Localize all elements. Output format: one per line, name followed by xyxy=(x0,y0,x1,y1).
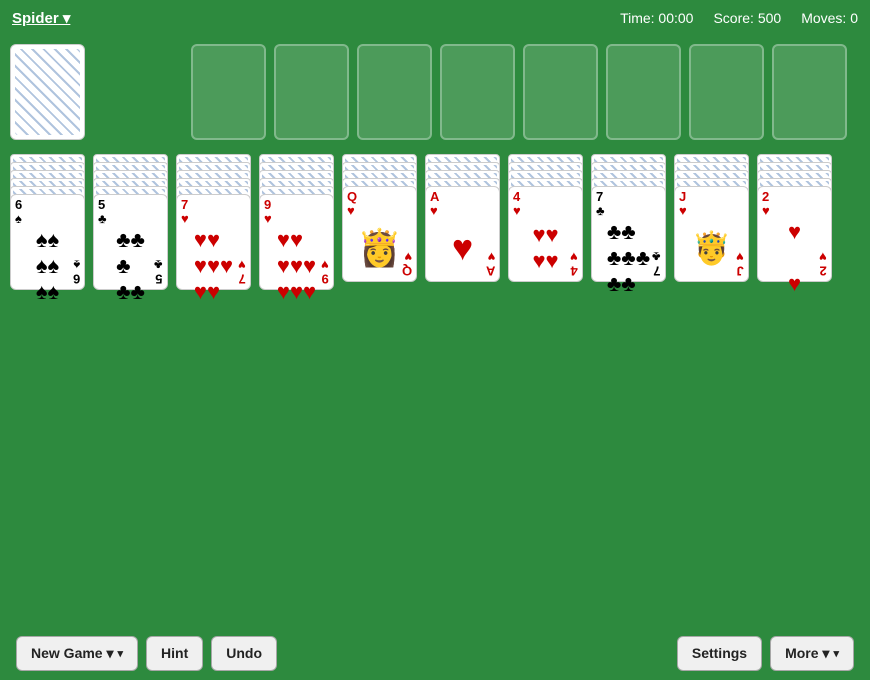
stats-area: Time: 00:00 Score: 500 Moves: 0 xyxy=(620,10,858,26)
card-face[interactable]: 4♥ ♥♥♥♥ 4♥ xyxy=(508,186,583,282)
card-face[interactable]: A♥ ♥ A♥ xyxy=(425,186,500,282)
foundation-7[interactable] xyxy=(772,44,847,140)
tableau-col-2[interactable]: 7♥ ♥♥♥♥♥♥♥ 7♥ xyxy=(176,154,251,290)
tableau-col-6[interactable]: 4♥ ♥♥♥♥ 4♥ xyxy=(508,154,583,290)
stock-pile[interactable] xyxy=(10,44,85,140)
card-face[interactable]: 7♥ ♥♥♥♥♥♥♥ 7♥ xyxy=(176,194,251,290)
new-game-button[interactable]: New Game ▾ xyxy=(16,636,138,671)
tableau-col-0[interactable]: 6♠ ♠♠♠♠♠♠ 6♠ xyxy=(10,154,85,290)
card-face[interactable]: 7♣ ♣♣♣♣♣♣♣ 7♣ xyxy=(591,186,666,282)
tableau-col-8[interactable]: J♥ 🤴 J♥ xyxy=(674,154,749,290)
card-face[interactable]: 9♥ ♥♥♥♥♥♥♥♥ 9♥ xyxy=(259,194,334,290)
settings-button[interactable]: Settings xyxy=(677,636,762,671)
foundation-5[interactable] xyxy=(606,44,681,140)
more-button[interactable]: More ▾ xyxy=(770,636,854,671)
tableau-col-9[interactable]: 2♥ ♥♥ 2♥ xyxy=(757,154,832,290)
foundation-2[interactable] xyxy=(357,44,432,140)
tableau-col-7[interactable]: 7♣ ♣♣♣♣♣♣♣ 7♣ xyxy=(591,154,666,290)
score-display: Score: 500 xyxy=(713,10,781,26)
tableau-col-5[interactable]: A♥ ♥ A♥ xyxy=(425,154,500,290)
card-face[interactable]: 2♥ ♥♥ 2♥ xyxy=(757,186,832,282)
header: Spider ▾ Time: 00:00 Score: 500 Moves: 0 xyxy=(0,0,870,36)
game-title-area[interactable]: Spider ▾ xyxy=(12,9,70,28)
foundation-1[interactable] xyxy=(274,44,349,140)
game-area: 6♠ ♠♠♠♠♠♠ 6♠ 5♣ ♣♣♣♣♣ 5♣ xyxy=(0,36,870,298)
foundation-4[interactable] xyxy=(523,44,598,140)
game-title[interactable]: Spider ▾ xyxy=(12,10,70,27)
moves-display: Moves: 0 xyxy=(801,10,858,26)
time-display: Time: 00:00 xyxy=(620,10,693,26)
hint-button[interactable]: Hint xyxy=(146,636,203,671)
footer-left: New Game ▾ Hint Undo xyxy=(16,636,277,671)
foundation-3[interactable] xyxy=(440,44,515,140)
card-face[interactable]: J♥ 🤴 J♥ xyxy=(674,186,749,282)
card-face[interactable]: 5♣ ♣♣♣♣♣ 5♣ xyxy=(93,194,168,290)
card-face[interactable]: 6♠ ♠♠♠♠♠♠ 6♠ xyxy=(10,194,85,290)
tableau-col-1[interactable]: 5♣ ♣♣♣♣♣ 5♣ xyxy=(93,154,168,290)
footer: New Game ▾ Hint Undo Settings More ▾ xyxy=(0,626,870,680)
top-row xyxy=(10,44,860,144)
card-face[interactable]: Q♥ 👸 Q♥ xyxy=(342,186,417,282)
tableau: 6♠ ♠♠♠♠♠♠ 6♠ 5♣ ♣♣♣♣♣ 5♣ xyxy=(10,154,860,290)
tableau-col-3[interactable]: 9♥ ♥♥♥♥♥♥♥♥ 9♥ xyxy=(259,154,334,290)
foundation-6[interactable] xyxy=(689,44,764,140)
footer-right: Settings More ▾ xyxy=(677,636,854,671)
undo-button[interactable]: Undo xyxy=(211,636,277,671)
tableau-col-4[interactable]: Q♥ 👸 Q♥ xyxy=(342,154,417,290)
foundation-0[interactable] xyxy=(191,44,266,140)
